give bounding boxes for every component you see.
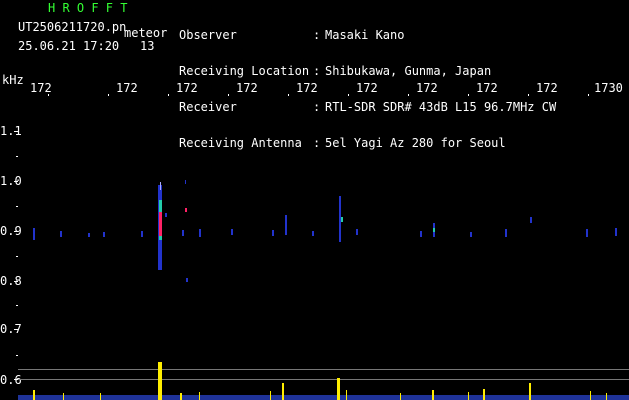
amplitude-bars [18,362,629,400]
spectrogram [14,94,629,400]
amplitude-baselines [18,369,629,380]
frequency-ticks [14,131,18,380]
grid-marks [48,94,589,96]
carrier-signal-trace [33,196,617,242]
